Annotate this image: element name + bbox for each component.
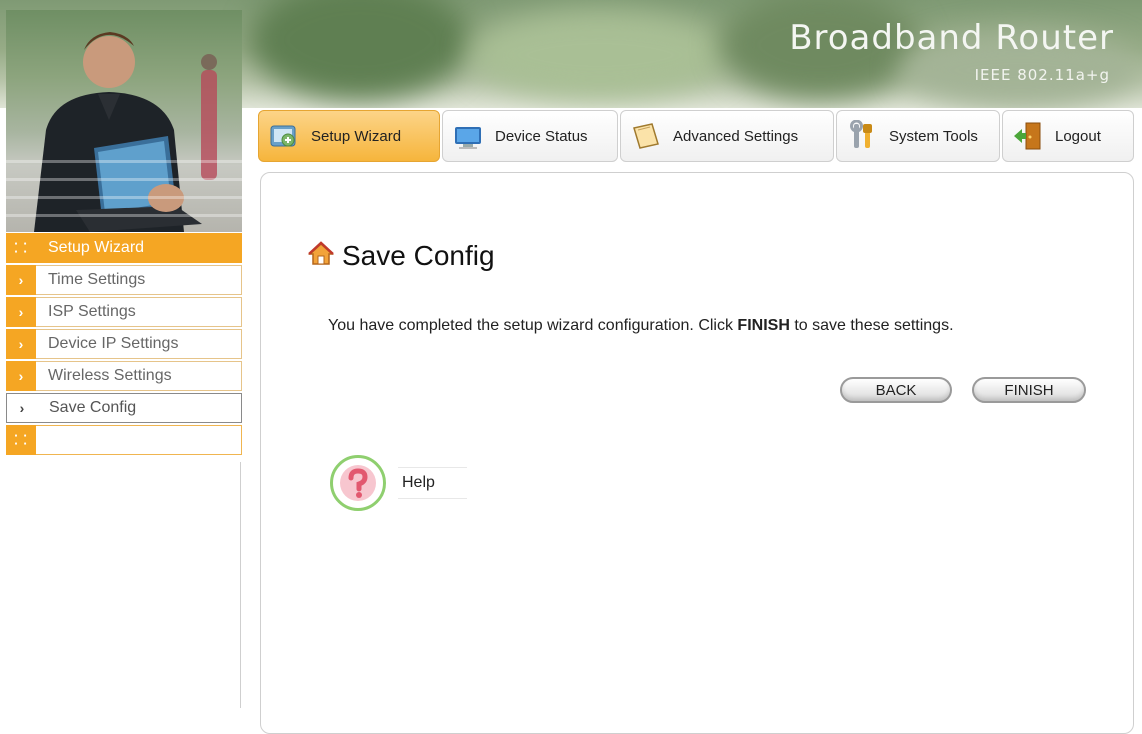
sidebar-item-label: Device IP Settings [36,329,242,359]
brand-title: Broadband Router [789,18,1114,58]
grip-dots-icon: ∙ ∙ ∙ ∙ [6,233,36,263]
chevron-right-icon: › [6,329,36,359]
sidebar-header: ∙ ∙ ∙ ∙ Setup Wizard [6,233,242,263]
tab-setup-wizard[interactable]: Setup Wizard [258,110,440,162]
chevron-right-icon: › [6,361,36,391]
page-title-text: Save Config [342,240,495,271]
tools-icon [845,119,879,153]
header-photo [6,10,242,232]
message-emphasis: FINISH [737,317,790,334]
chevron-right-icon: › [6,297,36,327]
sidebar-item-time-settings[interactable]: › Time Settings [6,265,242,295]
sidebar-item-isp-settings[interactable]: › ISP Settings [6,297,242,327]
tab-system-tools[interactable]: System Tools [836,110,1000,162]
sidebar-menu: ∙ ∙ ∙ ∙ Setup Wizard › Time Settings › IS… [6,233,242,457]
help-link[interactable]: Help [330,455,467,511]
sidebar-item-save-config[interactable]: › Save Config [6,393,242,423]
door-exit-icon [1011,119,1045,153]
setup-wizard-icon [267,119,301,153]
top-nav-tabs: Setup Wizard Device Status Advanced Sett… [258,110,1134,164]
sidebar-item-label: Time Settings [36,265,242,295]
tab-advanced-settings-label: Advanced Settings [673,127,799,145]
brand-subtitle: IEEE 802.11a+g [974,66,1110,84]
page-title: Save Config [308,240,495,272]
finish-button[interactable]: FINISH [972,377,1086,403]
completion-message: You have completed the setup wizard conf… [328,317,954,335]
notepad-icon [629,119,663,153]
chevron-right-icon: › [6,265,36,295]
chevron-right-icon: › [6,393,37,423]
sidebar-item-label: ISP Settings [36,297,242,327]
message-text: You have completed the setup wizard conf… [328,317,738,334]
tab-logout-label: Logout [1055,127,1101,145]
home-icon [308,240,334,272]
sidebar-item-device-ip-settings[interactable]: › Device IP Settings [6,329,242,359]
message-text-end: to save these settings. [789,317,954,334]
tab-device-status-label: Device Status [495,127,588,145]
grip-dots-icon: ∙ ∙ ∙ ∙ [6,425,36,455]
monitor-icon [451,119,485,153]
sidebar-header-label: Setup Wizard [36,233,242,263]
back-button[interactable]: BACK [840,377,952,403]
sidebar-item-wireless-settings[interactable]: › Wireless Settings [6,361,242,391]
help-question-icon [330,455,386,511]
sidebar-item-label: Wireless Settings [36,361,242,391]
tab-system-tools-label: System Tools [889,127,978,145]
tab-logout[interactable]: Logout [1002,110,1134,162]
sidebar-divider [240,462,241,708]
tab-advanced-settings[interactable]: Advanced Settings [620,110,834,162]
tab-device-status[interactable]: Device Status [442,110,618,162]
sidebar-footer: ∙ ∙ ∙ ∙ [6,425,242,455]
help-label: Help [398,467,467,499]
tab-setup-wizard-label: Setup Wizard [311,127,402,145]
sidebar-item-label: Save Config [37,393,242,423]
